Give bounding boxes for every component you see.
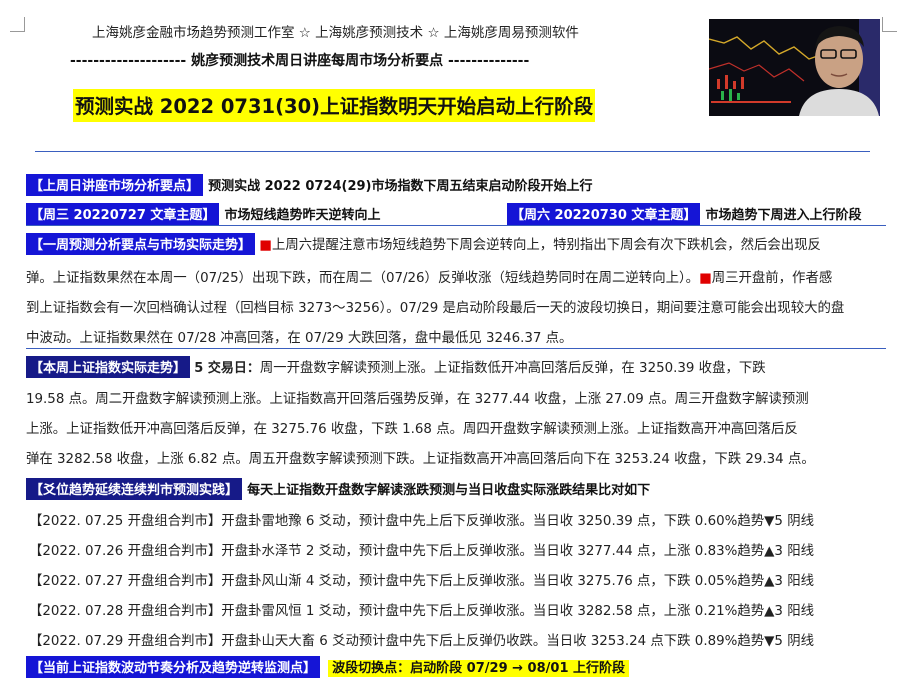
week-forecast-line-3: 到上证指数会有一次回档确认过程（回档目标 3273～3256）。07/29 是启…	[26, 301, 845, 316]
bottom-highlight: 波段切换点：启动阶段 07/29 → 08/01 上行阶段	[328, 660, 630, 677]
weekly-actual-line-4: 弹在 3282.58 收盘，上涨 6.82 点。周五开盘数字解读预测下跌。上证指…	[26, 452, 815, 467]
section-divider	[26, 225, 886, 226]
wednesday-article: 【周三 20220727 文章主题】 市场短线趋势昨天逆转向上	[26, 203, 381, 225]
saturday-article-tag: 【周六 20220730 文章主题】	[507, 203, 701, 225]
weekly-actual-line-1: 【本周上证指数实际走势】 5 交易日：周一开盘数字解读预测上涨。上证指数低开冲高…	[26, 356, 766, 378]
week-forecast-text-2a: 弹。上证指数果然在本周一（07/25）出现下跌，而在周二（07/26）反弹收涨（…	[26, 271, 700, 286]
saturday-article-text: 市场趋势下周进入上行阶段	[705, 208, 862, 223]
week-forecast-tag: 【一周预测分析要点与市场实际走势】	[26, 233, 256, 255]
lecture-subtitle: -------------------- 姚彦预测技术周日讲座每周市场分析要点 …	[70, 53, 530, 69]
weekly-actual-tag: 【本周上证指数实际走势】	[26, 356, 191, 378]
section-divider	[26, 348, 886, 349]
weekly-actual-line-3: 上涨。上证指数低开冲高回落后反弹，在 3275.76 收盘，下跌 1.68 点。…	[26, 422, 798, 437]
page-title: 预测实战 2022 0731(30)上证指数明天开始启动上行阶段	[73, 89, 596, 122]
week-forecast-line-2: 弹。上证指数果然在本周一（07/25）出现下跌，而在周二（07/26）反弹收涨（…	[26, 266, 832, 286]
hexagram-row: 【2022. 07.28 开盘组合判市】开盘卦雷风恒 1 爻动，预计盘中先下后上…	[29, 604, 814, 619]
wednesday-article-tag: 【周三 20220727 文章主题】	[26, 203, 220, 225]
hexagram-section-header: 【爻位趋势延续连续判市预测实践】 每天上证指数开盘数字解读涨跌预测与当日收盘实际…	[26, 478, 650, 500]
page-corner-mark	[882, 17, 897, 32]
hexagram-row: 【2022. 07.27 开盘组合判市】开盘卦风山渐 4 爻动，预计盘中先下后上…	[29, 574, 814, 589]
saturday-article: 【周六 20220730 文章主题】 市场趋势下周进入上行阶段	[507, 203, 862, 225]
studio-line: 上海姚彦金融市场趋势预测工作室 ☆ 上海姚彦预测技术 ☆ 上海姚彦周易预测软件	[92, 25, 579, 41]
week-forecast-text-2b: 周三开盘前，作者感	[711, 271, 833, 286]
last-week-section: 【上周日讲座市场分析要点】 预测实战 2022 0724(29)市场指数下周五结…	[26, 174, 593, 196]
hexagram-heading: 每天上证指数开盘数字解读涨跌预测与当日收盘实际涨跌结果比对如下	[247, 483, 651, 498]
header-divider	[35, 151, 870, 152]
hexagram-row: 【2022. 07.29 开盘组合判市】开盘卦山天大畜 6 爻动预计盘中先下后上…	[29, 634, 814, 649]
hexagram-row: 【2022. 07.25 开盘组合判市】开盘卦雷地豫 6 爻动，预计盘中先上后下…	[29, 514, 814, 529]
last-week-text: 预测实战 2022 0724(29)市场指数下周五结束启动阶段开始上行	[208, 179, 593, 194]
weekly-actual-line-2: 19.58 点。周二开盘数字解读预测上涨。上证指数高开回落后强势反弹，在 327…	[26, 392, 809, 407]
red-square-marker: ■	[699, 271, 712, 286]
bottom-tag: 【当前上证指数波动节奏分析及趋势逆转监测点】	[26, 656, 321, 678]
author-photo	[709, 19, 880, 116]
author-photo-image	[709, 19, 880, 116]
page-corner-mark	[10, 17, 25, 32]
week-forecast-text-1: 上周六提醒注意市场短线趋势下周会逆转向上，特别指出下周会有次下跌机会，然后会出现…	[271, 238, 821, 253]
hexagram-tag: 【爻位趋势延续连续判市预测实践】	[26, 478, 243, 500]
week-forecast-line-4: 中波动。上证指数果然在 07/28 冲高回落，在 07/29 大跌回落，盘中最低…	[26, 331, 573, 346]
red-square-marker: ■	[259, 238, 272, 253]
week-forecast-line-1: 【一周预测分析要点与市场实际走势】 ■上周六提醒注意市场短线趋势下周会逆转向上，…	[26, 233, 821, 255]
wednesday-article-text: 市场短线趋势昨天逆转向上	[224, 208, 381, 223]
hexagram-row: 【2022. 07.26 开盘组合判市】开盘卦水泽节 2 爻动，预计盘中先下后上…	[29, 544, 814, 559]
weekly-actual-text-1: 周一开盘数字解读预测上涨。上证指数低开冲高回落后反弹，在 3250.39 收盘，…	[259, 361, 766, 376]
weekly-actual-lead: 5 交易日：	[194, 361, 260, 376]
last-week-tag: 【上周日讲座市场分析要点】	[26, 174, 204, 196]
bottom-section: 【当前上证指数波动节奏分析及趋势逆转监测点】 波段切换点：启动阶段 07/29 …	[26, 656, 630, 678]
